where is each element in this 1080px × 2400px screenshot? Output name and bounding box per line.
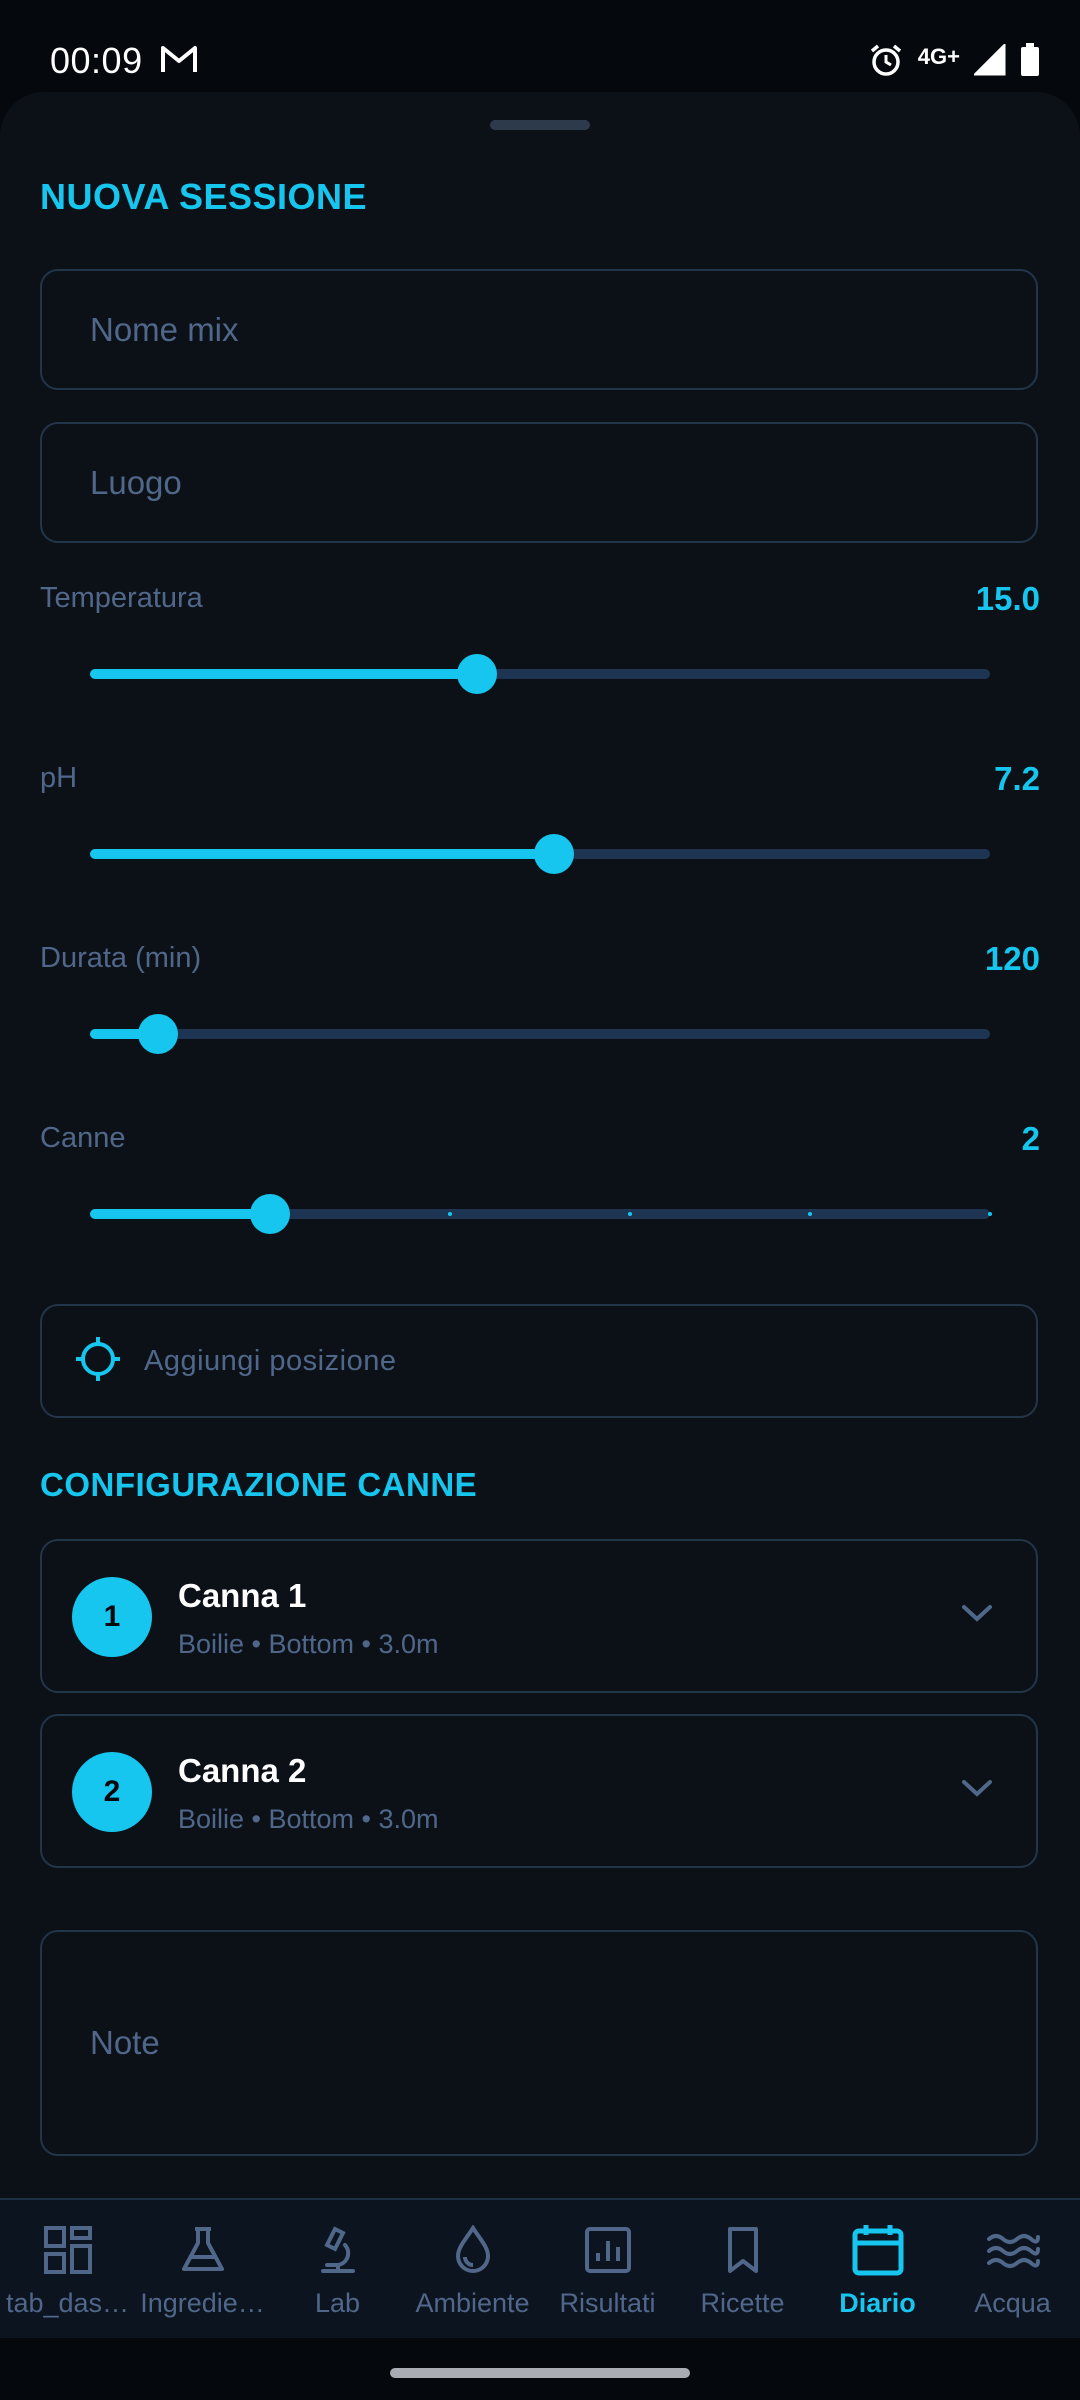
temperature-label: Temperatura: [40, 582, 203, 614]
notes-placeholder: Note: [90, 2024, 160, 2061]
rod-number-badge: 1: [72, 1577, 152, 1657]
nav-label: Risultati: [559, 2288, 656, 2318]
location-placeholder: Luogo: [90, 463, 182, 501]
nav-label: tab_das…: [5, 2288, 130, 2318]
battery-icon: [1020, 43, 1040, 82]
ph-slider[interactable]: [90, 834, 990, 874]
nav-label: Diario: [839, 2288, 916, 2318]
nav-item-dashboard[interactable]: tab_das…: [0, 2200, 135, 2340]
rods-count-label: Canne: [40, 1122, 126, 1154]
chevron-down-icon[interactable]: [960, 1603, 994, 1630]
ph-slider-thumb[interactable]: [533, 834, 574, 874]
rod-details: Boilie • Bottom • 3.0m: [178, 1629, 439, 1659]
slider-step-tick: [628, 1212, 632, 1216]
nav-item-water[interactable]: Acqua: [945, 2200, 1080, 2340]
microscope-icon: [313, 2222, 363, 2278]
rod-name: Canna 2: [178, 1752, 307, 1789]
drag-handle[interactable]: [490, 120, 590, 130]
nav-label: Ambiente: [415, 2288, 530, 2318]
alarm-icon: [868, 42, 904, 83]
temperature-slider-fill: [90, 669, 477, 679]
rods-count-value: 2: [1021, 1120, 1040, 1157]
mix-name-placeholder: Nome mix: [90, 310, 239, 348]
temperature-value: 15.0: [975, 580, 1040, 617]
rod-details: Boilie • Bottom • 3.0m: [178, 1804, 439, 1834]
nav-label: Acqua: [974, 2288, 1051, 2318]
rod-name: Canna 1: [178, 1577, 307, 1614]
nav-label: Lab: [314, 2288, 361, 2318]
ph-value: 7.2: [994, 760, 1040, 797]
duration-value: 120: [984, 940, 1040, 977]
calendar-icon: [851, 2222, 905, 2278]
signal-icon: [972, 42, 1006, 81]
chevron-down-icon[interactable]: [960, 1778, 994, 1805]
nav-label: Ricette: [700, 2288, 785, 2318]
nav-item-ingredients[interactable]: Ingredie…: [135, 2200, 270, 2340]
duration-slider-thumb[interactable]: [137, 1014, 178, 1054]
rods-count-slider[interactable]: [90, 1194, 992, 1234]
bookmark-icon: [718, 2222, 768, 2278]
status-icons: 4G+: [868, 42, 1040, 83]
network-label: 4G+: [917, 43, 960, 69]
temperature-slider-thumb[interactable]: [457, 654, 497, 694]
status-time: 00:09: [50, 40, 143, 81]
bottom-navigation: tab_das… Ingredie… Lab Ambiente Risultat…: [0, 2198, 1080, 2340]
nav-label: Ingredie…: [140, 2288, 265, 2318]
slider-step-tick: [448, 1212, 452, 1216]
ph-slider-fill: [90, 849, 554, 859]
chart-icon: [583, 2222, 633, 2278]
new-session-sheet: NUOVA SESSIONE Nome mix Luogo Temperatur…: [0, 92, 1080, 2200]
mix-name-field[interactable]: Nome mix: [40, 269, 1038, 390]
rod-card-1[interactable]: 1 Canna 1 Boilie • Bottom • 3.0m: [40, 1539, 1038, 1693]
add-position-label: Aggiungi posizione: [144, 1344, 397, 1377]
notes-field[interactable]: Note: [40, 1930, 1038, 2156]
slider-step-tick: [808, 1212, 812, 1216]
water-drop-icon: [448, 2222, 498, 2278]
ph-label: pH: [40, 762, 78, 794]
gesture-area: [0, 2338, 1080, 2400]
duration-slider[interactable]: [90, 1014, 990, 1054]
rod-number-badge: 2: [72, 1752, 152, 1832]
add-position-button[interactable]: Aggiungi posizione: [40, 1304, 1038, 1418]
slider-step-tick: [988, 1212, 992, 1216]
dashboard-icon: [43, 2222, 93, 2278]
waves-icon: [986, 2222, 1040, 2278]
form-title: NUOVA SESSIONE: [40, 176, 368, 217]
flask-icon: [178, 2222, 228, 2278]
nav-item-results[interactable]: Risultati: [540, 2200, 675, 2340]
temperature-slider[interactable]: [90, 654, 990, 694]
status-bar: 00:09 4G+: [0, 0, 1080, 90]
crosshair-icon: [74, 1335, 122, 1388]
rod-card-2[interactable]: 2 Canna 2 Boilie • Bottom • 3.0m: [40, 1714, 1038, 1868]
location-field[interactable]: Luogo: [40, 422, 1038, 543]
nav-item-environment[interactable]: Ambiente: [405, 2200, 540, 2340]
nav-item-lab[interactable]: Lab: [270, 2200, 405, 2340]
gmail-icon: [160, 44, 198, 79]
duration-label: Durata (min): [40, 942, 202, 974]
nav-item-diary[interactable]: Diario: [810, 2200, 945, 2340]
rods-count-slider-thumb[interactable]: [250, 1194, 290, 1234]
home-gesture-bar[interactable]: [390, 2368, 690, 2378]
nav-item-recipes[interactable]: Ricette: [675, 2200, 810, 2340]
rods-section-title: CONFIGURAZIONE CANNE: [40, 1466, 478, 1503]
rods-count-slider-fill: [90, 1209, 270, 1219]
